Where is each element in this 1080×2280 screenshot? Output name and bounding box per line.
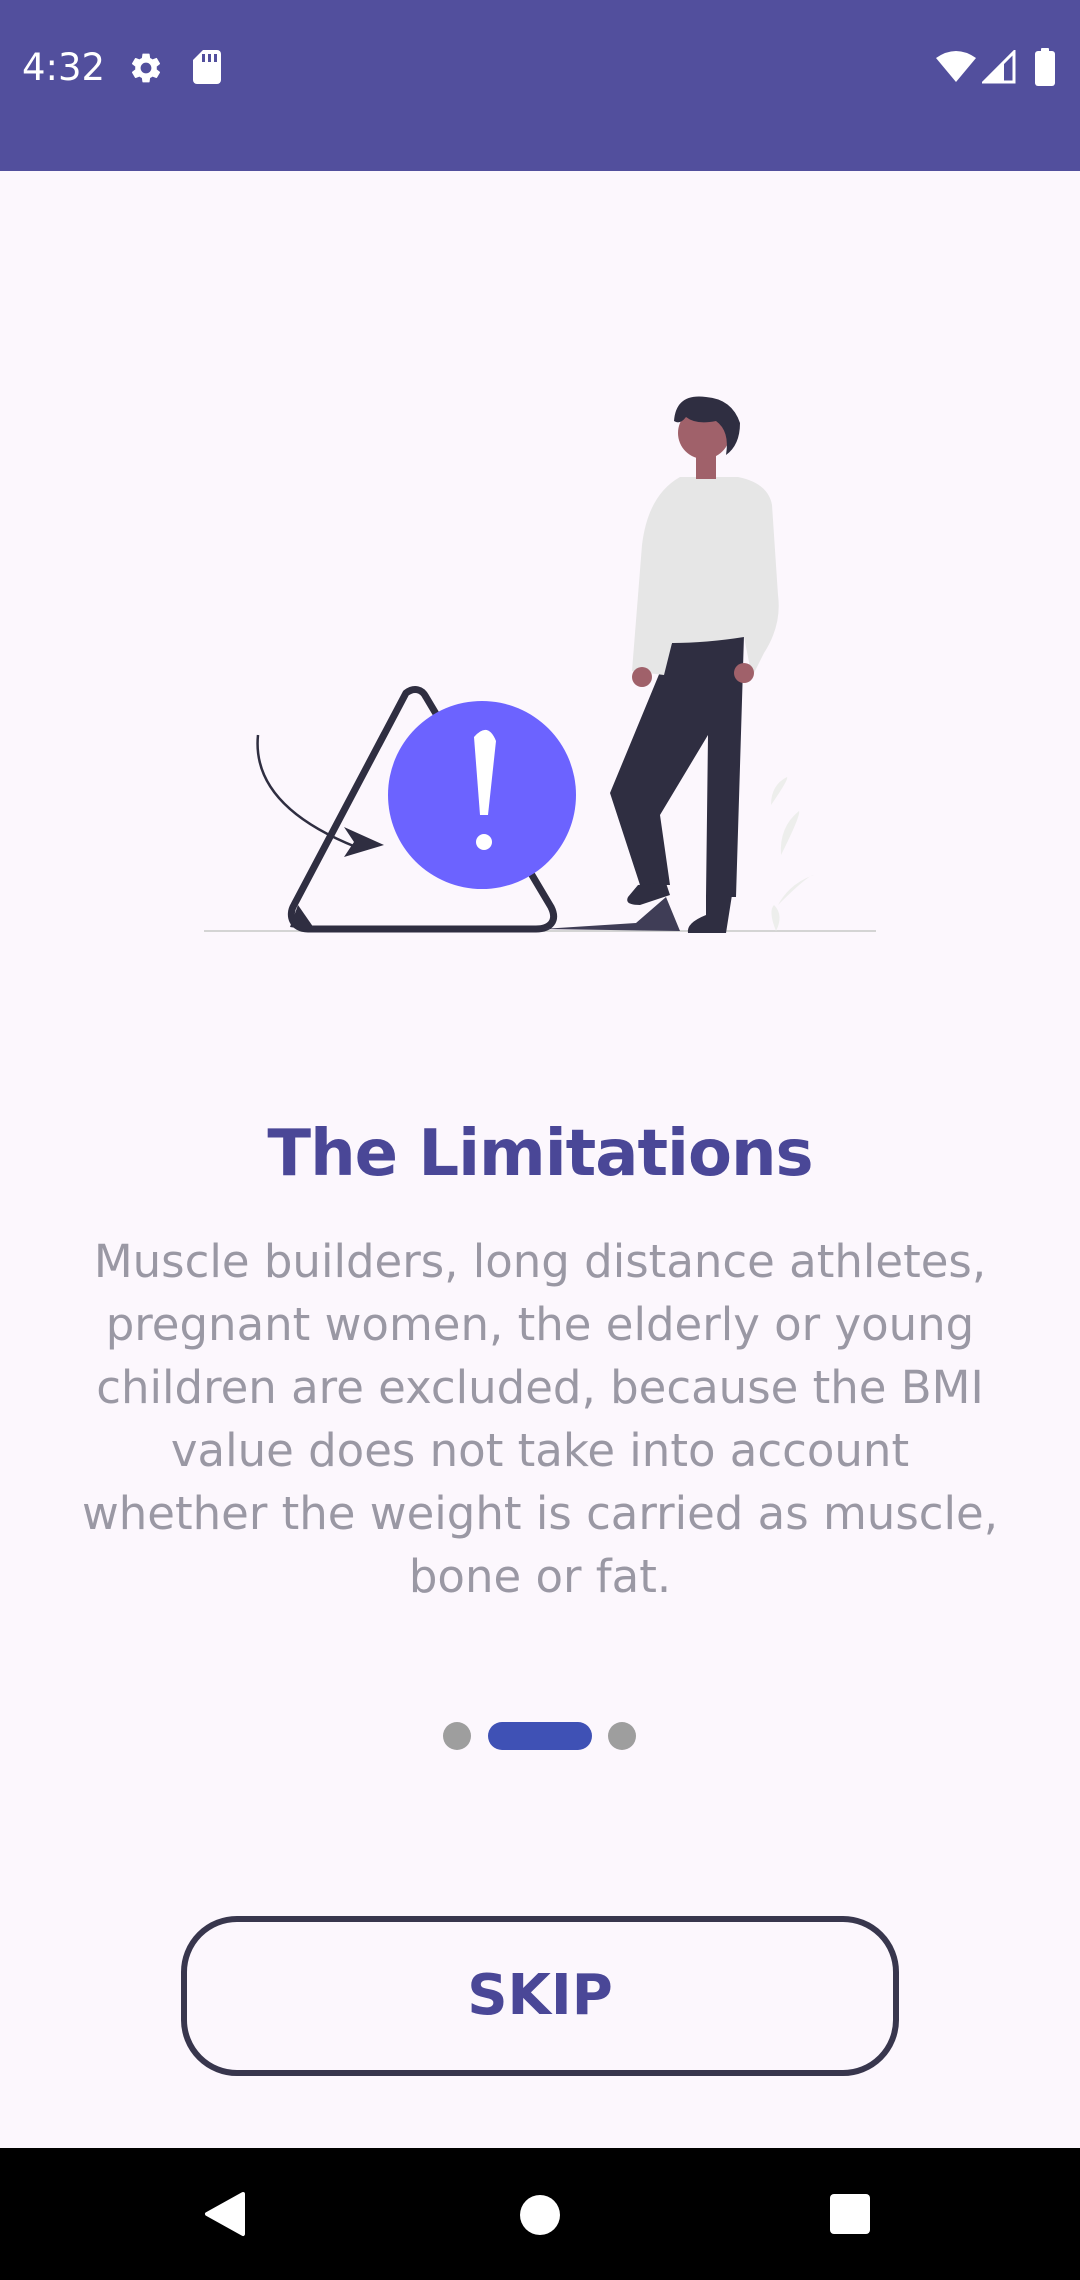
page-description: Muscle builders, long distance athletes,… bbox=[81, 1235, 999, 1603]
gear-icon bbox=[131, 53, 161, 83]
page-title: The Limitations bbox=[267, 1117, 813, 1191]
page-dot-2-active[interactable] bbox=[488, 1722, 592, 1750]
home-icon[interactable] bbox=[519, 2194, 561, 2236]
sd-card-icon bbox=[193, 50, 221, 84]
wifi-icon bbox=[936, 51, 976, 82]
onboarding-illustration bbox=[204, 396, 876, 933]
plant-illustration bbox=[771, 777, 814, 931]
page-dot-3[interactable] bbox=[608, 1722, 636, 1750]
status-time: 4:32 bbox=[22, 46, 106, 89]
status-bar: 4:32 bbox=[0, 0, 1080, 171]
skip-button[interactable]: SKIP bbox=[181, 1916, 899, 2076]
person-illustration bbox=[610, 396, 779, 933]
page-dot-1[interactable] bbox=[443, 1722, 471, 1750]
warning-icon bbox=[388, 701, 576, 889]
back-icon[interactable] bbox=[203, 2190, 247, 2238]
battery-icon bbox=[1035, 48, 1055, 86]
navigation-bar bbox=[0, 2148, 1080, 2280]
recents-icon[interactable] bbox=[829, 2193, 871, 2235]
signal-icon bbox=[982, 50, 1016, 84]
